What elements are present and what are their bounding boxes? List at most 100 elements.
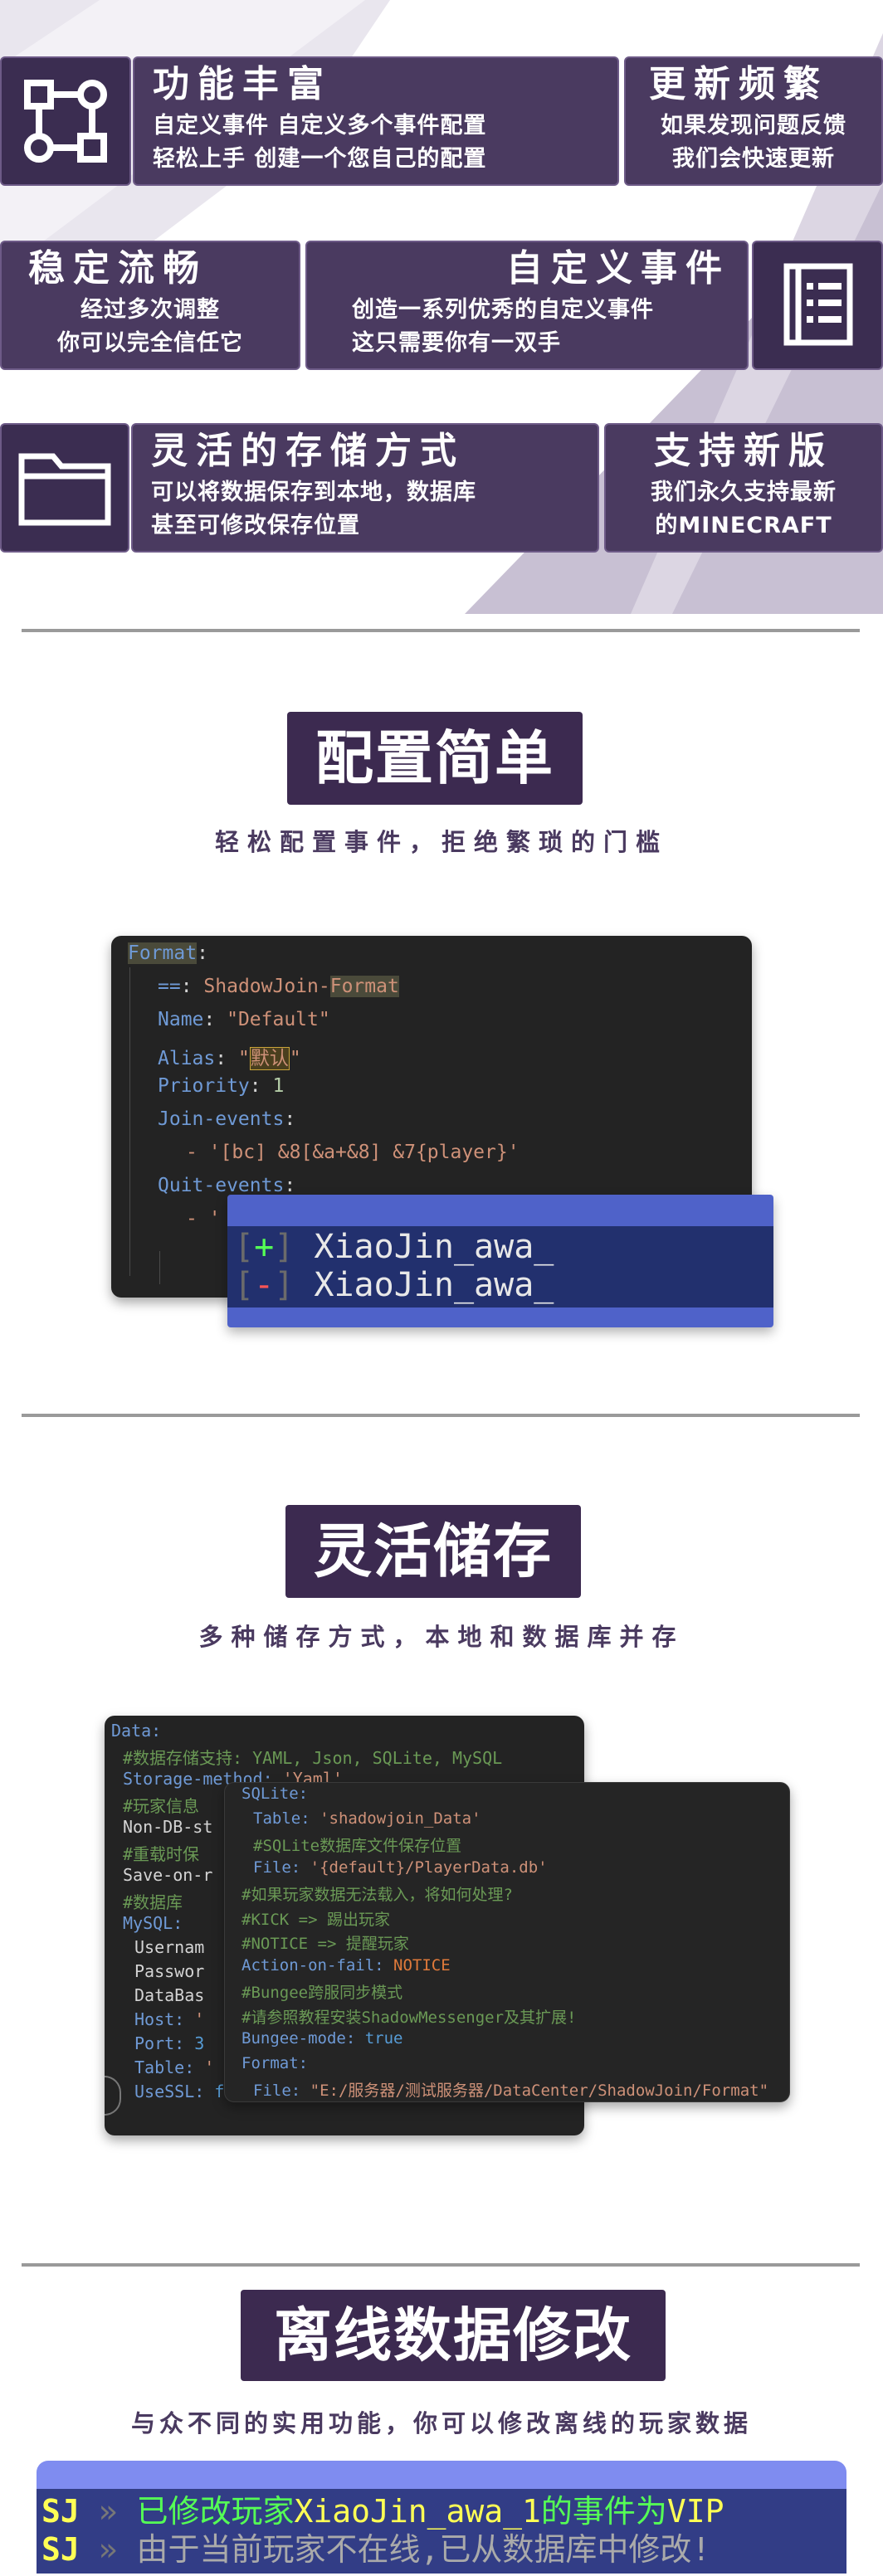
- feature-icon-box-3: [0, 423, 129, 553]
- code-value: 默认: [249, 1047, 290, 1070]
- feature-card-rich: 功能丰富 自定义事件 自定义多个事件配置 轻松上手 创建一个您自己的配置: [133, 56, 619, 186]
- quit-message: [-] XiaoJin_awa_: [234, 1266, 554, 1304]
- section-divider: [22, 2263, 860, 2267]
- chat-line-offline: SJ » 由于当前玩家不在线,已从数据库中修改!: [41, 2530, 710, 2569]
- code-line: #重载时保: [123, 1844, 200, 1864]
- code-line: #如果玩家数据无法载入，将如何处理?: [241, 1886, 513, 1904]
- section-divider: [22, 629, 860, 632]
- arrow-icon: »: [98, 2531, 118, 2568]
- join-symbol: +: [254, 1228, 275, 1266]
- feature-card-storage: 灵活的存储方式 可以将数据保存到本地，数据库 甚至可修改保存位置: [131, 423, 599, 553]
- section-heading-storage: 灵活储存: [285, 1505, 581, 1598]
- code-line: Bungee-mode: true: [241, 2029, 403, 2048]
- code-line: #玩家信息: [123, 1796, 200, 1816]
- join-message: [+] XiaoJin_awa_: [234, 1228, 554, 1266]
- feature-desc-line: 如果发现问题反馈: [661, 113, 846, 139]
- code-line: #SQLite数据库文件保存位置: [253, 1837, 462, 1855]
- join-quit-chat-preview: [+] XiaoJin_awa_ [-] XiaoJin_awa_: [227, 1195, 773, 1327]
- feature-desc-line: 创造一系列优秀的自定义事件: [352, 297, 654, 323]
- feature-desc-line: 我们会快速更新: [672, 146, 835, 172]
- feature-desc-line: 我们永久支持最新: [651, 480, 837, 505]
- code-line: Table: ': [134, 2057, 215, 2077]
- message-text: 由于当前玩家不在线,已从数据库中修改!: [136, 2531, 711, 2568]
- feature-icon-box-1: [0, 56, 131, 186]
- section-heading-config: 配置简单: [287, 712, 583, 805]
- feature-desc-line: 甚至可修改保存位置: [151, 513, 360, 538]
- code-key: Join-events: [158, 1108, 285, 1130]
- feature-desc-line: 这只需要你有一双手: [352, 330, 561, 356]
- section-subheading-storage: 多种储存方式，本地和数据库并存: [198, 1623, 685, 1651]
- message-text: 的事件为: [540, 2493, 667, 2530]
- scroll-handle: [105, 2076, 121, 2116]
- feature-desc-line: 经过多次调整: [80, 297, 220, 323]
- chat-line-modified: SJ » 已修改玩家XiaoJin_awa_1的事件为VIP: [41, 2492, 724, 2530]
- code-line: SQLite:: [241, 1785, 309, 1803]
- feature-desc-line: 你可以完全信任它: [57, 330, 243, 356]
- code-line: Non-DB-st: [123, 1817, 213, 1837]
- code-line: Save-on-r: [123, 1865, 213, 1885]
- feature-title: 功能丰富: [153, 63, 332, 105]
- offline-edit-chat-preview: SJ » 已修改玩家XiaoJin_awa_1的事件为VIP SJ » 由于当前…: [37, 2461, 846, 2574]
- player-name: XiaoJin_awa_: [314, 1228, 554, 1266]
- player-name: XiaoJin_awa_1: [294, 2493, 541, 2530]
- code-key: Quit-events: [158, 1175, 285, 1196]
- code-line: #Bungee跨服同步模式: [241, 1984, 403, 2002]
- code-line: File: '{default}/PlayerData.db': [253, 1858, 548, 1877]
- section-divider: [22, 1414, 860, 1417]
- feature-card-new-version: 支持新版 我们永久支持最新 的MINECRAFT: [604, 423, 883, 553]
- code-line: #数据存储支持: YAML, Json, SQLite, MySQL: [123, 1748, 503, 1768]
- code-line: #KICK => 踢出玩家: [241, 1910, 390, 1929]
- code-line: Host: ': [134, 2009, 205, 2029]
- feature-card-stable: 稳定流畅 经过多次调整 你可以完全信任它: [0, 241, 300, 370]
- storage-code-panel-front: SQLite: Table: 'shadowjoin_Data' #SQLite数据…: [224, 1782, 790, 2102]
- section-subheading-config: 轻松配置事件，拒绝繁琐的门槛: [214, 828, 668, 856]
- code-line: #请参照教程安装ShadowMessenger及其扩展!: [241, 2008, 577, 2027]
- code-line: Data:: [111, 1721, 162, 1741]
- feature-desc-line: 自定义事件 自定义多个事件配置: [153, 113, 487, 139]
- code-value: ShadowJoin-: [203, 976, 330, 997]
- section-subheading-offline: 与众不同的实用功能，你可以修改离线的玩家数据: [130, 2409, 752, 2437]
- feature-desc-line: 轻松上手 创建一个您自己的配置: [153, 146, 487, 172]
- code-key: Name: [158, 1009, 204, 1030]
- feature-desc-line: 的MINECRAFT: [655, 513, 832, 538]
- feature-hero: 功能丰富 自定义事件 自定义多个事件配置 轻松上手 创建一个您自己的配置 更新频…: [0, 0, 883, 614]
- code-line: MySQL:: [123, 1913, 183, 1933]
- code-value: 1: [272, 1075, 285, 1097]
- code-line: Passwor: [134, 1961, 205, 1981]
- message-text: 已修改玩家: [136, 2493, 295, 2530]
- arrow-icon: »: [98, 2493, 118, 2530]
- feature-card-custom-events: 自定义事件 创造一系列优秀的自定义事件 这只需要你有一双手: [305, 241, 749, 370]
- code-key: Priority: [158, 1075, 250, 1097]
- document-list-icon: [783, 263, 853, 346]
- node-graph-icon: [24, 80, 107, 163]
- code-line: Usernam: [134, 1937, 205, 1957]
- code-key: Alias: [158, 1048, 216, 1069]
- feature-title: 更新频繁: [649, 63, 828, 105]
- feature-card-updates: 更新频繁 如果发现问题反馈 我们会快速更新: [624, 56, 883, 186]
- code-value: "Default": [227, 1009, 330, 1030]
- code-line: #数据库: [123, 1892, 183, 1912]
- event-name: VIP: [666, 2493, 724, 2530]
- feature-desc-line: 可以将数据保存到本地，数据库: [151, 480, 476, 505]
- feature-title: 灵活的存储方式: [151, 430, 465, 472]
- folder-icon: [18, 453, 111, 526]
- code-line: Format:: [241, 2053, 309, 2072]
- code-line: File: "E:/服务器/测试服务器/DataCenter/ShadowJoi…: [253, 2082, 769, 2100]
- code-line: Port: 3: [134, 2033, 205, 2053]
- code-value: - '[bc] &8[&a+&8] &7{player}': [186, 1142, 520, 1163]
- section-heading-offline: 离线数据修改: [241, 2290, 666, 2381]
- code-value: - ': [186, 1208, 221, 1230]
- code-line: #NOTICE => 提醒玩家: [241, 1935, 409, 1953]
- code-key: Format: [128, 942, 198, 964]
- code-value: Format: [329, 976, 399, 997]
- feature-icon-box-2: [752, 241, 883, 370]
- code-key: ==: [158, 976, 181, 997]
- feature-title: 稳定流畅: [28, 247, 207, 290]
- plugin-prefix: SJ: [41, 2493, 80, 2530]
- code-line: Action-on-fail: NOTICE: [241, 1955, 451, 1975]
- code-line: Table: 'shadowjoin_Data': [253, 1809, 481, 1828]
- plugin-prefix: SJ: [41, 2531, 80, 2568]
- feature-title: 自定义事件: [506, 247, 730, 290]
- code-line: DataBas: [134, 1985, 205, 2005]
- quit-symbol: -: [254, 1266, 275, 1304]
